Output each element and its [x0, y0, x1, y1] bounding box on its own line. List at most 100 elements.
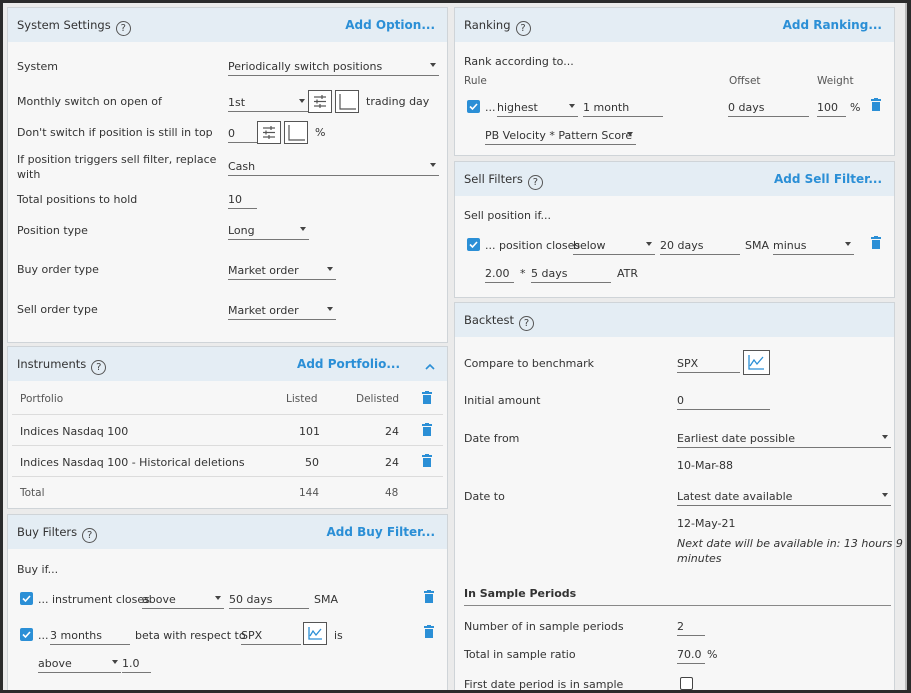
optimize-settings-icon[interactable] [257, 121, 281, 144]
delisted-count: 24 [385, 456, 399, 469]
date-from-select[interactable]: Earliest date possible [677, 428, 891, 448]
add-option-link[interactable]: Add Option... [345, 18, 435, 32]
rule-prefix: ... [485, 101, 496, 114]
table-row[interactable]: Indices Nasdaq 100 101 24 [8, 415, 447, 445]
system-select[interactable]: Periodically switch positions [228, 56, 439, 76]
sell-filters-panel: Sell Filters? Add Sell Filter... Sell po… [454, 161, 895, 298]
initial-amount-label: Initial amount [464, 394, 541, 407]
portfolio-name: Indices Nasdaq 100 [20, 425, 129, 438]
buy-order-select[interactable]: Market order [228, 260, 336, 280]
system-label: System [17, 60, 59, 73]
table-row[interactable]: Indices Nasdaq 100 - Historical deletion… [8, 446, 447, 476]
col-listed: Listed [286, 393, 318, 405]
help-icon[interactable]: ? [91, 360, 107, 375]
rank-metric-select[interactable]: PB Velocity * Pattern Score [485, 125, 636, 145]
multiply-sign: * [520, 267, 526, 280]
isp-count-label: Number of in sample periods [464, 620, 624, 633]
delete-trash-icon[interactable] [424, 625, 434, 638]
date-to-label: Date to [464, 490, 505, 503]
rule-enabled-checkbox[interactable] [467, 100, 480, 113]
beta-value-input[interactable]: 1.0 [122, 653, 151, 673]
total-positions-input[interactable]: 10 [228, 189, 257, 209]
chevron-down-icon [627, 132, 633, 136]
range-chart-icon[interactable] [335, 90, 359, 113]
beta-op-select[interactable]: above [38, 653, 121, 673]
chevron-down-icon [300, 227, 306, 231]
col-delisted: Delisted [356, 393, 400, 405]
scrollbar[interactable] [905, 3, 907, 690]
chart-icon[interactable] [303, 622, 327, 645]
first-period-checkbox[interactable] [680, 677, 693, 690]
filter-enabled-checkbox[interactable] [20, 592, 33, 605]
add-ranking-link[interactable]: Add Ranking... [783, 18, 882, 32]
monthly-day-select[interactable]: 1st [228, 92, 308, 112]
date-to-select[interactable]: Latest date available [677, 486, 891, 506]
divider [464, 605, 891, 606]
help-icon[interactable]: ? [82, 528, 98, 543]
delete-trash-icon[interactable] [871, 98, 881, 111]
backtest-panel: Backtest? Compare to benchmark SPX Initi… [454, 302, 903, 690]
buy-filters-header: Buy Filters? Add Buy Filter... [8, 515, 447, 549]
delete-trash-icon[interactable] [422, 423, 432, 436]
col-portfolio: Portfolio [20, 393, 64, 405]
chevron-down-icon [299, 99, 305, 103]
filter-op-select[interactable]: above [142, 589, 224, 609]
atr-period-input[interactable]: 5 days [531, 263, 611, 283]
isp-count-input[interactable]: 2 [677, 616, 705, 636]
rank-weight-input[interactable]: 100 [817, 97, 846, 117]
replace-label-2: with [17, 168, 41, 181]
dont-switch-input[interactable]: 0 [228, 123, 257, 143]
delete-trash-icon[interactable] [422, 454, 432, 467]
total-listed: 144 [299, 487, 320, 499]
dont-switch-suffix: % [315, 126, 326, 139]
rank-period-input[interactable]: 1 month [583, 97, 663, 117]
filter-prefix: ... [38, 629, 49, 642]
backtest-header: Backtest? [455, 303, 894, 337]
atr-multiplier-input[interactable]: 2.00 [485, 263, 514, 283]
date-to-value: 12-May-21 [677, 517, 736, 530]
filter-period-input[interactable]: 50 days [229, 589, 309, 609]
date-from-label: Date from [464, 432, 520, 445]
atr-label: ATR [617, 267, 639, 280]
filter-op-select[interactable]: below [573, 235, 655, 255]
filter-period-input[interactable]: 20 days [660, 235, 740, 255]
filter-op2-select[interactable]: minus [773, 235, 854, 255]
add-portfolio-link[interactable]: Add Portfolio... [297, 357, 400, 371]
benchmark-label: Compare to benchmark [464, 357, 595, 370]
delete-all-trash-icon[interactable] [422, 391, 432, 404]
help-icon[interactable]: ? [515, 21, 531, 36]
total-positions-label: Total positions to hold [17, 193, 138, 206]
help-icon[interactable]: ? [527, 175, 543, 190]
range-chart-icon[interactable] [284, 121, 308, 144]
delete-trash-icon[interactable] [871, 236, 881, 249]
initial-amount-input[interactable]: 0 [677, 390, 770, 410]
chart-icon[interactable] [743, 350, 770, 375]
total-label: Total [20, 487, 45, 499]
panel-title: Buy Filters [17, 525, 78, 539]
sell-order-select[interactable]: Market order [228, 300, 336, 320]
position-type-select[interactable]: Long [228, 220, 309, 240]
chevron-down-icon [215, 596, 221, 600]
isp-ratio-pct: % [707, 648, 718, 661]
replace-select[interactable]: Cash [228, 156, 439, 176]
beta-label: beta with respect to [135, 629, 246, 642]
app-frame: System Settings? Add Option... System Pe… [3, 3, 907, 690]
help-icon[interactable]: ? [519, 316, 535, 331]
help-icon[interactable]: ? [115, 21, 131, 36]
isp-ratio-input[interactable]: 70.0 [677, 644, 705, 664]
chevron-up-icon[interactable] [425, 360, 435, 373]
optimize-settings-icon[interactable] [308, 90, 332, 113]
beta-symbol-input[interactable]: SPX [241, 625, 301, 645]
sell-intro: Sell position if... [464, 209, 552, 222]
add-buy-filter-link[interactable]: Add Buy Filter... [326, 525, 435, 539]
delete-trash-icon[interactable] [424, 590, 434, 603]
benchmark-input[interactable]: SPX [677, 353, 740, 373]
filter-enabled-checkbox[interactable] [467, 238, 480, 251]
filter-enabled-checkbox[interactable] [20, 628, 33, 641]
beta-period-input[interactable]: 3 months [50, 625, 130, 645]
chevron-down-icon [430, 163, 436, 167]
rank-offset-input[interactable]: 0 days [728, 97, 809, 117]
rank-direction-select[interactable]: highest [497, 97, 578, 117]
chevron-down-icon [646, 242, 652, 246]
add-sell-filter-link[interactable]: Add Sell Filter... [774, 172, 882, 186]
